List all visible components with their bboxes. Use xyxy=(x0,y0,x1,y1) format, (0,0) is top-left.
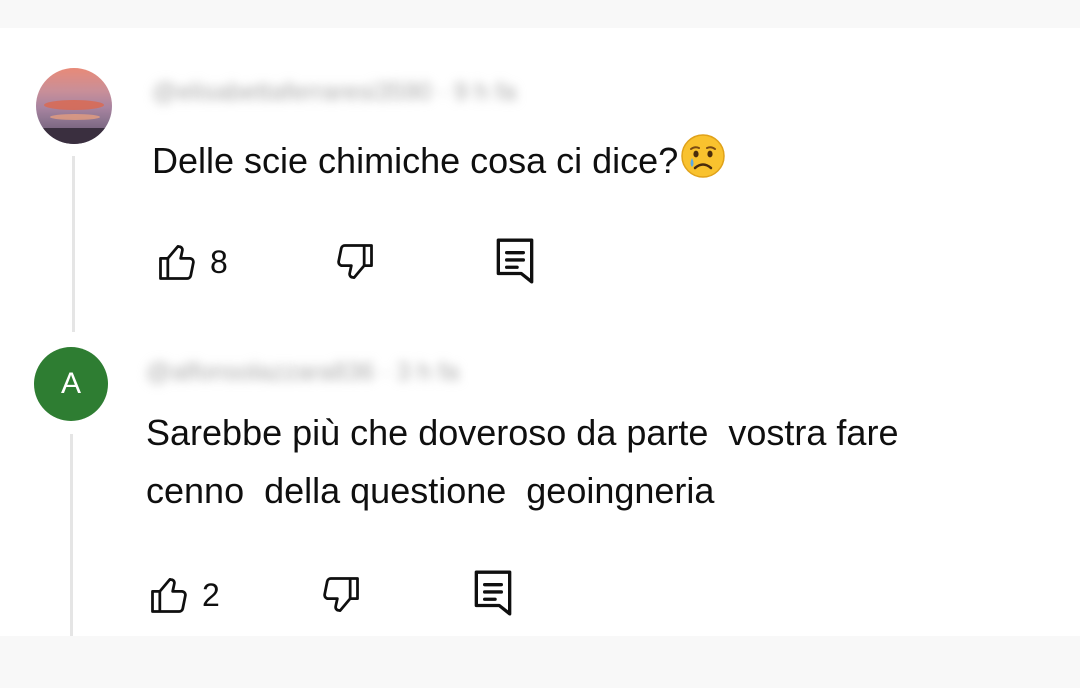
dislike-button[interactable] xyxy=(318,573,364,617)
comment-text-line: cenno della questione geoingneria xyxy=(146,470,715,511)
avatar[interactable]: A xyxy=(34,347,108,421)
thumbs-up-icon xyxy=(151,578,187,613)
like-count: 2 xyxy=(202,576,220,613)
like-count: 8 xyxy=(210,243,228,280)
comment-author-handle[interactable]: @alfonsolazzara836 · 3 h fa xyxy=(146,358,459,387)
thumbs-down-icon xyxy=(337,244,373,279)
comments-panel xyxy=(0,28,1080,636)
avatar[interactable] xyxy=(36,68,112,144)
avatar-letter: A xyxy=(60,367,81,400)
dislike-button[interactable] xyxy=(332,240,378,284)
comment-text: Delle scie chimiche cosa ci dice? xyxy=(152,132,726,190)
comment-text-content: Delle scie chimiche cosa ci dice? xyxy=(152,140,679,181)
crying-face-emoji-icon xyxy=(681,134,725,178)
thumbs-up-icon xyxy=(159,245,195,280)
reply-comment-icon xyxy=(496,238,534,284)
comment-author-handle[interactable]: @elisabettaferraresi3590 · 9 h fa xyxy=(152,78,516,107)
thread-line xyxy=(72,156,75,332)
reply-button[interactable] xyxy=(494,236,536,286)
comment-text-line: Sarebbe più che doveroso da parte vostra… xyxy=(146,412,899,453)
thread-line xyxy=(70,434,73,636)
reply-button[interactable] xyxy=(472,568,514,618)
comment-text: Sarebbe più che doveroso da parte vostra… xyxy=(146,404,898,520)
like-button[interactable]: 8 xyxy=(154,240,228,284)
thumbs-down-icon xyxy=(323,577,359,612)
reply-comment-icon xyxy=(474,570,512,616)
like-button[interactable]: 2 xyxy=(146,573,220,617)
